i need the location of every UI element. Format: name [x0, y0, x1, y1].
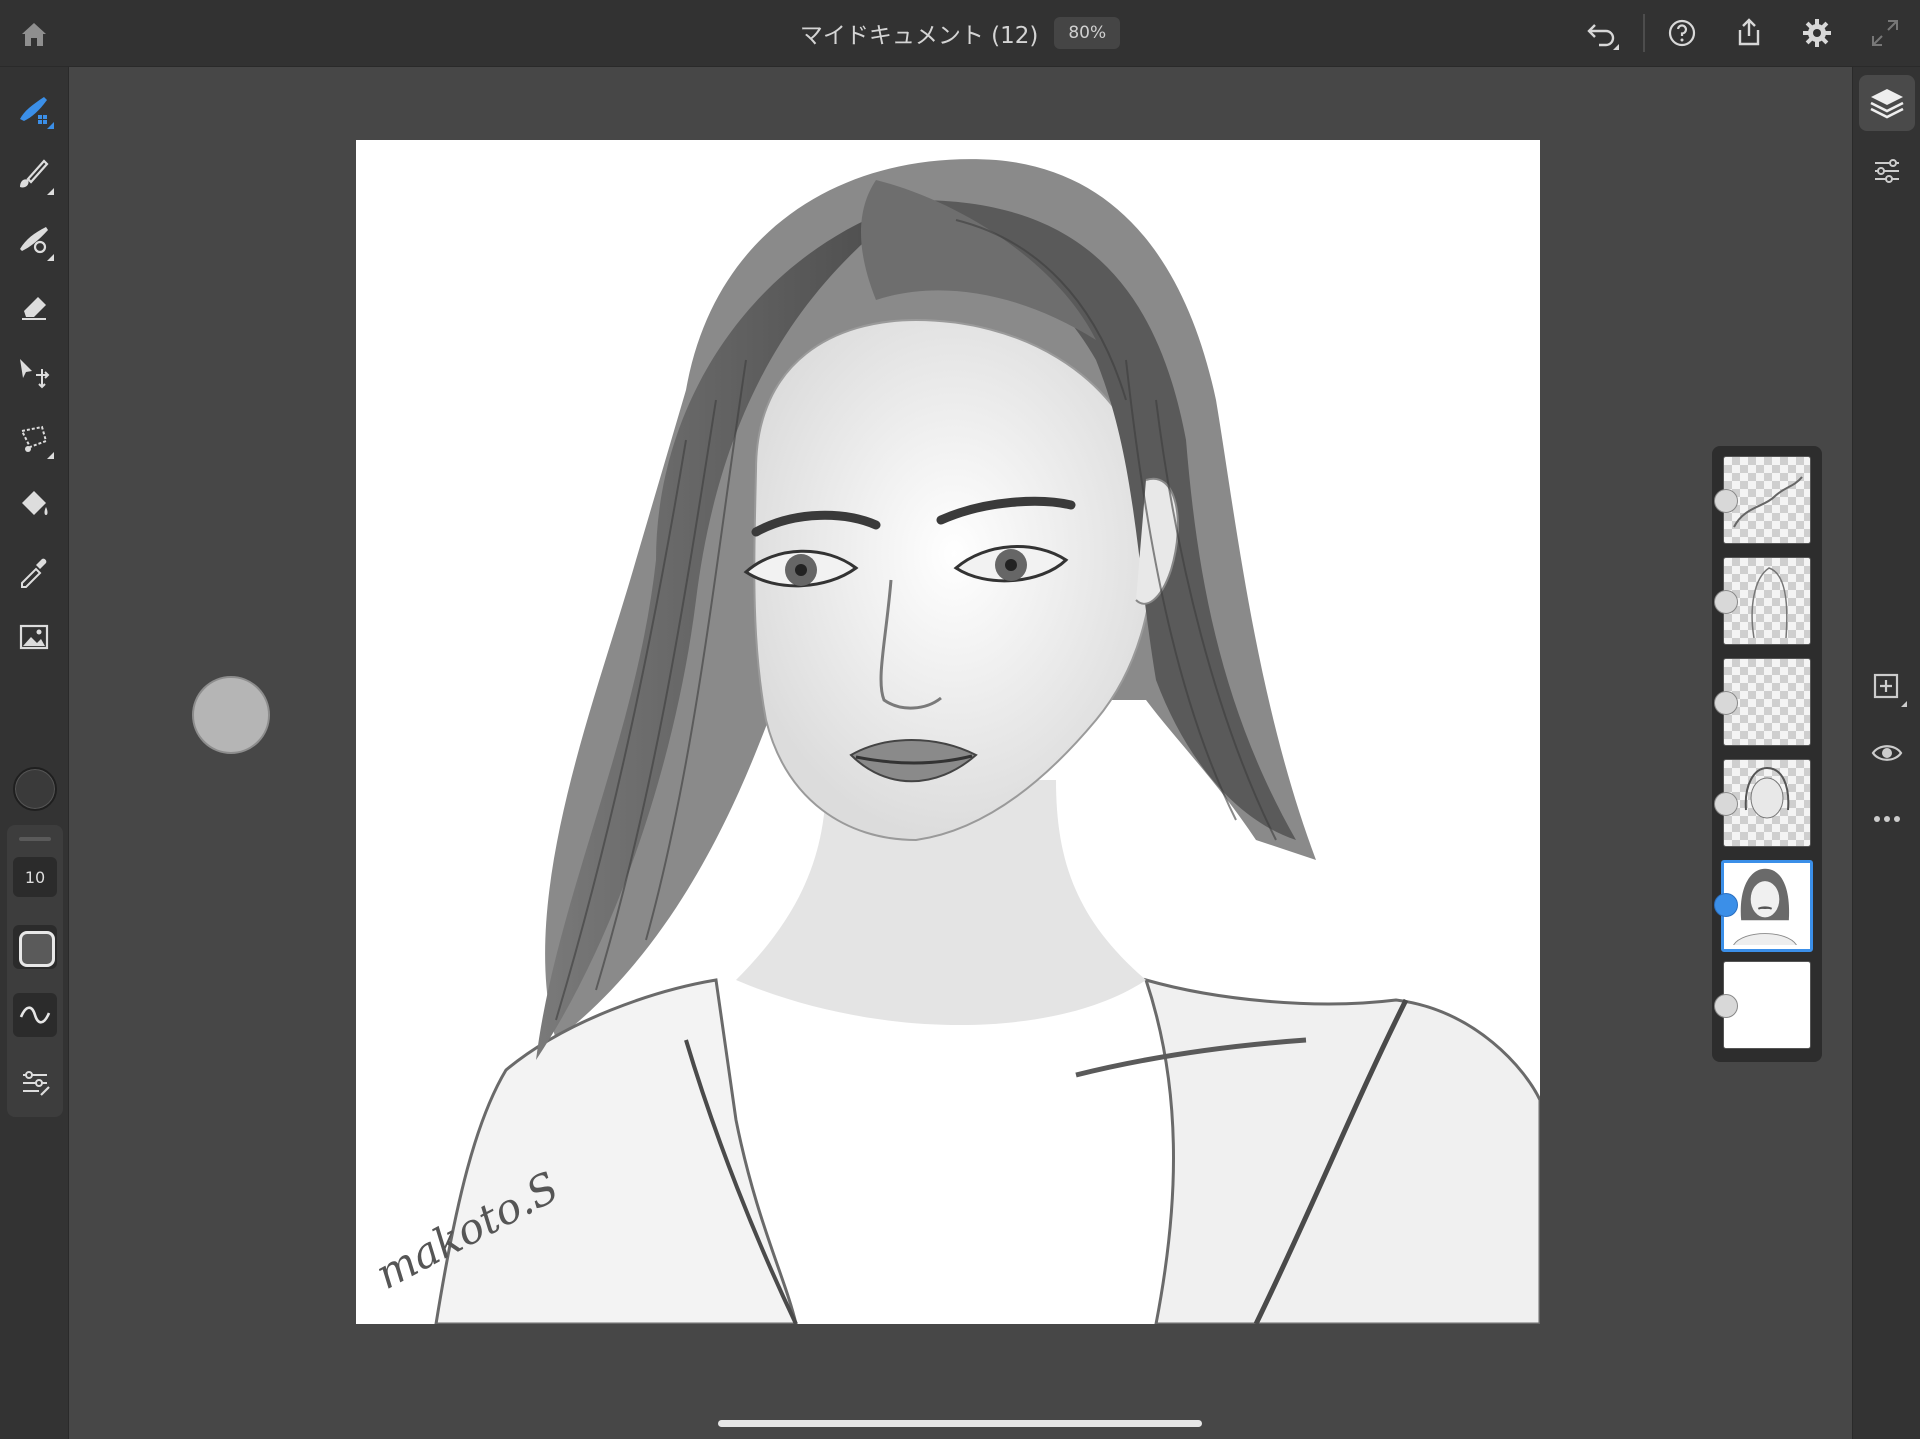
place-image-tool[interactable]	[14, 617, 54, 657]
portrait-sketch-artwork: makoto.S	[356, 140, 1540, 1324]
fullscreen-icon[interactable]	[1868, 16, 1902, 50]
document-title[interactable]: マイドキュメント (12)	[800, 16, 1039, 50]
lasso-tool[interactable]	[14, 419, 54, 459]
tools-sidebar: 10	[0, 67, 69, 1439]
paint-bucket-icon	[22, 491, 48, 515]
brush-smoothing-control[interactable]	[13, 993, 57, 1037]
undo-icon[interactable]	[1585, 16, 1619, 50]
live-brush-tool[interactable]	[14, 155, 54, 195]
color-picker-swatch[interactable]	[13, 767, 57, 811]
settings-icon[interactable]	[1800, 16, 1834, 50]
layers-icon[interactable]	[1867, 83, 1907, 123]
fill-tool[interactable]	[14, 485, 54, 525]
brush-opacity-control[interactable]	[13, 925, 57, 969]
brush-size-control[interactable]: 10	[13, 857, 57, 897]
layer-grip-handle[interactable]	[1714, 489, 1738, 513]
add-layer-icon[interactable]	[1867, 667, 1907, 707]
toolbar-divider	[1643, 14, 1645, 52]
smoothing-wave-icon	[19, 1006, 51, 1024]
eyedropper-tool[interactable]	[14, 551, 54, 591]
brush-properties-panel: 10	[7, 825, 63, 1117]
vector-brush-tool[interactable]	[14, 221, 54, 261]
transform-icon	[20, 359, 50, 389]
layer-grip-handle[interactable]	[1714, 691, 1738, 715]
right-sidebar	[1852, 67, 1920, 1439]
eyedropper-icon	[21, 558, 47, 588]
transform-tool[interactable]	[14, 353, 54, 393]
zoom-level[interactable]: 80%	[1054, 17, 1121, 49]
eraser-tool[interactable]	[14, 287, 54, 327]
layer-grip-handle[interactable]	[1714, 792, 1738, 816]
layer-properties-icon[interactable]	[1867, 151, 1907, 191]
brush-settings-button[interactable]	[13, 1061, 57, 1105]
more-options-icon[interactable]	[1867, 799, 1907, 839]
help-icon[interactable]	[1665, 16, 1699, 50]
panel-drag-handle[interactable]	[19, 837, 51, 841]
visibility-eye-icon[interactable]	[1867, 733, 1907, 773]
brush-size-preview	[192, 676, 270, 754]
image-icon	[19, 624, 49, 650]
brush-settings-icon	[23, 1071, 50, 1096]
background-layer-image-icon[interactable]	[1714, 994, 1738, 1018]
home-indicator-bar[interactable]	[718, 1420, 1202, 1427]
drawing-canvas[interactable]: makoto.S	[356, 140, 1540, 1324]
layer-grip-handle-active[interactable]	[1714, 893, 1738, 917]
title-area: マイドキュメント (12) 80%	[0, 0, 1920, 66]
top-bar: マイドキュメント (12) 80%	[0, 0, 1920, 67]
pixel-brush-tool[interactable]	[14, 89, 54, 129]
eraser-icon	[22, 297, 46, 320]
layer-grip-handle[interactable]	[1714, 590, 1738, 614]
share-icon[interactable]	[1732, 16, 1766, 50]
layers-panel	[1712, 446, 1822, 1062]
